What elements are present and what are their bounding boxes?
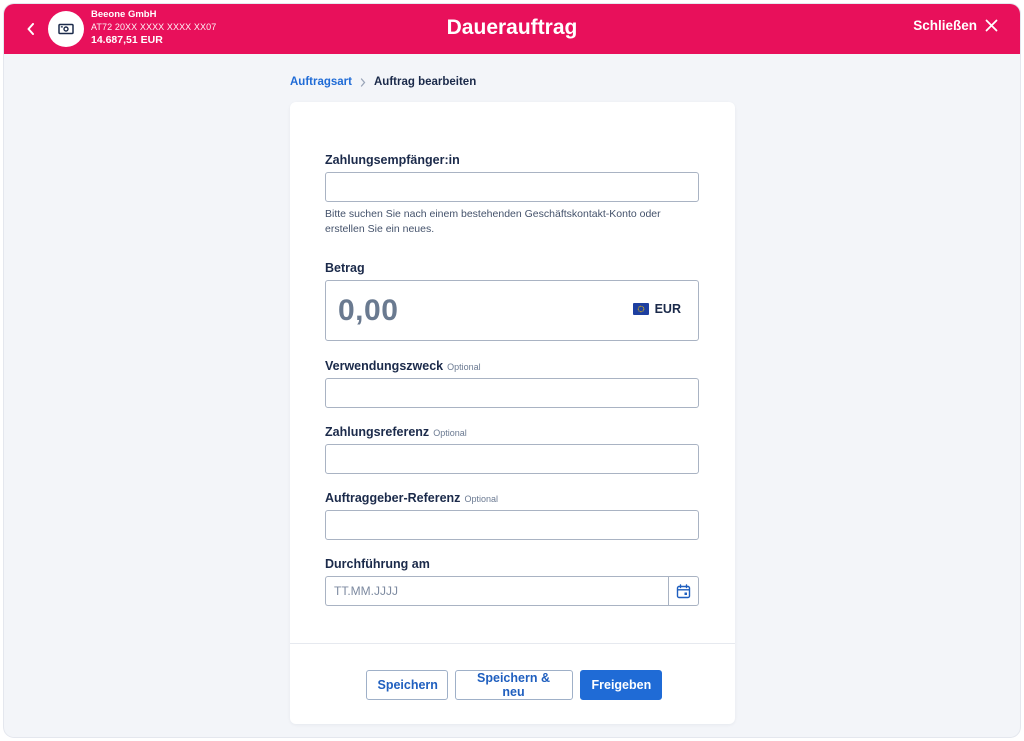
breadcrumb-link-order-type[interactable]: Auftragsart [290,76,352,88]
originator-reference-input[interactable] [325,510,699,540]
execution-date-input[interactable] [325,576,668,606]
account-info: Beeone GmbH AT72 20XX XXXX XXXX XX07 14.… [91,9,217,47]
purpose-label-text: Verwendungszweck [325,359,444,373]
execution-date-label-text: Durchführung am [325,557,430,571]
close-label: Schließen [913,18,977,33]
save-and-new-button[interactable]: Speichern & neu [454,670,573,700]
recipient-input[interactable] [325,172,699,202]
standing-order-form: Zahlungsempfänger:in Bitte suchen Sie na… [290,102,735,724]
close-button[interactable]: Schließen [913,18,998,33]
save-button[interactable]: Speichern [365,670,448,700]
recipient-label-text: Zahlungsempfänger:in [325,153,460,167]
recipient-field: Zahlungsempfänger:in Bitte suchen Sie na… [325,153,699,237]
purpose-field: Verwendungszweck Optional [325,359,699,408]
originator-reference-field: Auftraggeber-Referenz Optional [325,491,699,540]
optional-tag: Optional [447,362,481,372]
calendar-icon [676,583,691,598]
date-picker [325,576,699,606]
breadcrumb: Auftragsart Auftrag bearbeiten [290,76,476,88]
payment-reference-label: Zahlungsreferenz Optional [325,425,699,439]
footer-divider [290,643,735,644]
release-button[interactable]: Freigeben [579,670,662,700]
recipient-hint: Bitte suchen Sie nach einem bestehenden … [325,208,661,235]
optional-tag: Optional [433,428,467,438]
amount-label-text: Betrag [325,261,365,275]
calendar-button[interactable] [668,576,699,606]
eu-flag-icon [632,303,649,315]
account-name: Beeone GmbH [91,9,157,20]
amount-label: Betrag [325,261,699,275]
back-button[interactable] [20,17,42,41]
chevron-left-icon [27,23,34,35]
chevron-right-icon [360,77,366,87]
amount-input[interactable]: 0,00 EUR [325,280,699,341]
account-avatar [48,11,84,47]
app-window: Beeone GmbH AT72 20XX XXXX XXXX XX07 14.… [4,4,1020,737]
execution-date-field: Durchführung am [325,557,699,606]
close-icon [985,19,998,32]
purpose-input[interactable] [325,378,699,408]
breadcrumb-current: Auftrag bearbeiten [373,76,477,88]
recipient-label: Zahlungsempfänger:in [325,153,699,167]
amount-value: 0,00 [338,294,399,327]
execution-date-label: Durchführung am [325,557,699,571]
account-balance: 14.687,51 EUR [91,34,163,47]
account-iban: AT72 20XX XXXX XXXX XX07 [91,21,217,32]
top-header: Beeone GmbH AT72 20XX XXXX XXXX XX07 14.… [4,4,1020,54]
payment-reference-field: Zahlungsreferenz Optional [325,425,699,474]
optional-tag: Optional [464,494,498,504]
payment-reference-input[interactable] [325,444,699,474]
payment-reference-label-text: Zahlungsreferenz [325,425,430,439]
originator-reference-label: Auftraggeber-Referenz Optional [325,491,699,505]
amount-field: Betrag 0,00 EUR [325,261,699,341]
currency-selector[interactable]: EUR [632,302,681,316]
originator-reference-label-text: Auftraggeber-Referenz [325,491,461,505]
banknote-icon [58,23,74,35]
currency-code: EUR [654,302,681,316]
form-actions: Speichern Speichern & neu Freigeben [290,670,735,700]
purpose-label: Verwendungszweck Optional [325,359,699,373]
